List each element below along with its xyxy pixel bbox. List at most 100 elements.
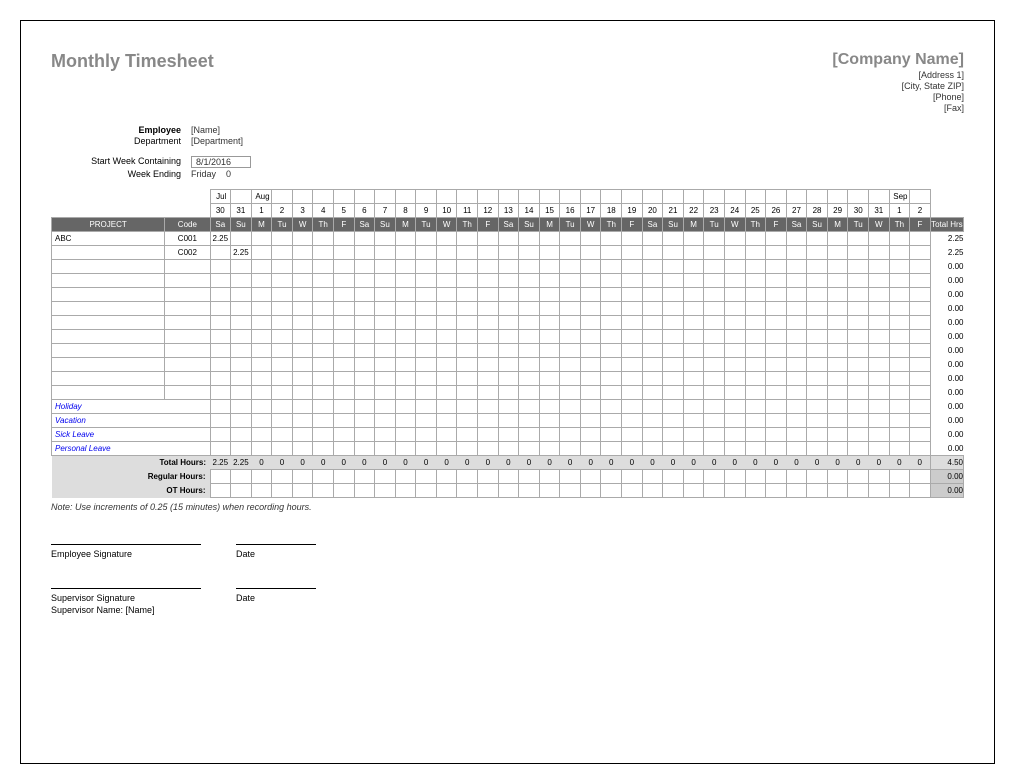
hours-cell[interactable] <box>724 232 745 246</box>
hours-cell[interactable] <box>313 316 334 330</box>
hours-cell[interactable] <box>313 232 334 246</box>
hours-cell[interactable] <box>333 442 354 456</box>
hours-cell[interactable] <box>457 330 478 344</box>
hours-cell[interactable] <box>498 428 519 442</box>
hours-cell[interactable] <box>292 274 313 288</box>
hours-cell[interactable] <box>272 232 293 246</box>
hours-cell[interactable] <box>313 414 334 428</box>
hours-cell[interactable] <box>313 400 334 414</box>
hours-cell[interactable] <box>375 232 396 246</box>
hours-cell[interactable] <box>745 232 766 246</box>
hours-cell[interactable] <box>745 414 766 428</box>
hours-cell[interactable] <box>807 484 828 498</box>
start-week-value[interactable]: 8/1/2016 <box>191 156 251 168</box>
hours-cell[interactable] <box>210 386 231 400</box>
hours-cell[interactable] <box>848 302 869 316</box>
hours-cell[interactable] <box>642 386 663 400</box>
hours-cell[interactable] <box>889 232 910 246</box>
hours-cell[interactable] <box>498 414 519 428</box>
hours-cell[interactable] <box>642 246 663 260</box>
hours-cell[interactable] <box>704 288 725 302</box>
hours-cell[interactable] <box>889 260 910 274</box>
hours-cell[interactable] <box>807 260 828 274</box>
hours-cell[interactable] <box>622 414 643 428</box>
hours-cell[interactable] <box>601 260 622 274</box>
hours-cell[interactable]: 2.25 <box>210 232 231 246</box>
hours-cell[interactable] <box>210 358 231 372</box>
hours-cell[interactable] <box>210 372 231 386</box>
hours-cell[interactable] <box>210 316 231 330</box>
hours-cell[interactable] <box>251 470 272 484</box>
hours-cell[interactable] <box>416 386 437 400</box>
hours-cell[interactable] <box>580 302 601 316</box>
hours-cell[interactable] <box>910 358 931 372</box>
hours-cell[interactable] <box>375 470 396 484</box>
hours-cell[interactable] <box>683 246 704 260</box>
hours-cell[interactable] <box>519 386 540 400</box>
hours-cell[interactable] <box>416 344 437 358</box>
hours-cell[interactable] <box>848 330 869 344</box>
hours-cell[interactable] <box>766 386 787 400</box>
hours-cell[interactable] <box>395 442 416 456</box>
hours-cell[interactable] <box>210 400 231 414</box>
hours-cell[interactable] <box>910 400 931 414</box>
hours-cell[interactable] <box>251 232 272 246</box>
hours-cell[interactable] <box>457 316 478 330</box>
hours-cell[interactable] <box>807 330 828 344</box>
hours-cell[interactable] <box>395 274 416 288</box>
hours-cell[interactable] <box>436 400 457 414</box>
hours-cell[interactable] <box>395 358 416 372</box>
hours-cell[interactable] <box>416 484 437 498</box>
hours-cell[interactable]: 2.25 <box>231 246 252 260</box>
hours-cell[interactable] <box>498 344 519 358</box>
hours-cell[interactable] <box>333 260 354 274</box>
hours-cell[interactable] <box>663 288 684 302</box>
hours-cell[interactable] <box>519 470 540 484</box>
code-cell[interactable] <box>165 260 210 274</box>
hours-cell[interactable] <box>766 428 787 442</box>
hours-cell[interactable] <box>889 330 910 344</box>
hours-cell[interactable] <box>910 330 931 344</box>
hours-cell[interactable] <box>910 274 931 288</box>
hours-cell[interactable] <box>395 246 416 260</box>
hours-cell[interactable] <box>478 400 499 414</box>
hours-cell[interactable] <box>827 344 848 358</box>
hours-cell[interactable] <box>807 302 828 316</box>
hours-cell[interactable] <box>869 372 890 386</box>
hours-cell[interactable] <box>580 330 601 344</box>
hours-cell[interactable] <box>436 288 457 302</box>
hours-cell[interactable] <box>704 358 725 372</box>
hours-cell[interactable] <box>766 442 787 456</box>
hours-cell[interactable] <box>683 288 704 302</box>
hours-cell[interactable] <box>210 330 231 344</box>
hours-cell[interactable] <box>683 386 704 400</box>
hours-cell[interactable] <box>313 470 334 484</box>
hours-cell[interactable] <box>498 260 519 274</box>
hours-cell[interactable] <box>457 372 478 386</box>
hours-cell[interactable] <box>436 274 457 288</box>
hours-cell[interactable] <box>807 344 828 358</box>
hours-cell[interactable] <box>889 288 910 302</box>
hours-cell[interactable] <box>766 260 787 274</box>
hours-cell[interactable] <box>910 484 931 498</box>
hours-cell[interactable] <box>560 344 581 358</box>
hours-cell[interactable] <box>395 400 416 414</box>
hours-cell[interactable] <box>416 232 437 246</box>
hours-cell[interactable] <box>601 484 622 498</box>
hours-cell[interactable] <box>539 414 560 428</box>
hours-cell[interactable] <box>272 274 293 288</box>
project-cell[interactable] <box>52 344 165 358</box>
hours-cell[interactable] <box>478 358 499 372</box>
hours-cell[interactable] <box>642 358 663 372</box>
hours-cell[interactable] <box>375 260 396 274</box>
hours-cell[interactable] <box>889 442 910 456</box>
hours-cell[interactable] <box>622 232 643 246</box>
hours-cell[interactable] <box>457 358 478 372</box>
hours-cell[interactable] <box>560 414 581 428</box>
hours-cell[interactable] <box>724 302 745 316</box>
hours-cell[interactable] <box>313 260 334 274</box>
hours-cell[interactable] <box>292 386 313 400</box>
hours-cell[interactable] <box>807 274 828 288</box>
hours-cell[interactable] <box>622 428 643 442</box>
hours-cell[interactable] <box>519 442 540 456</box>
